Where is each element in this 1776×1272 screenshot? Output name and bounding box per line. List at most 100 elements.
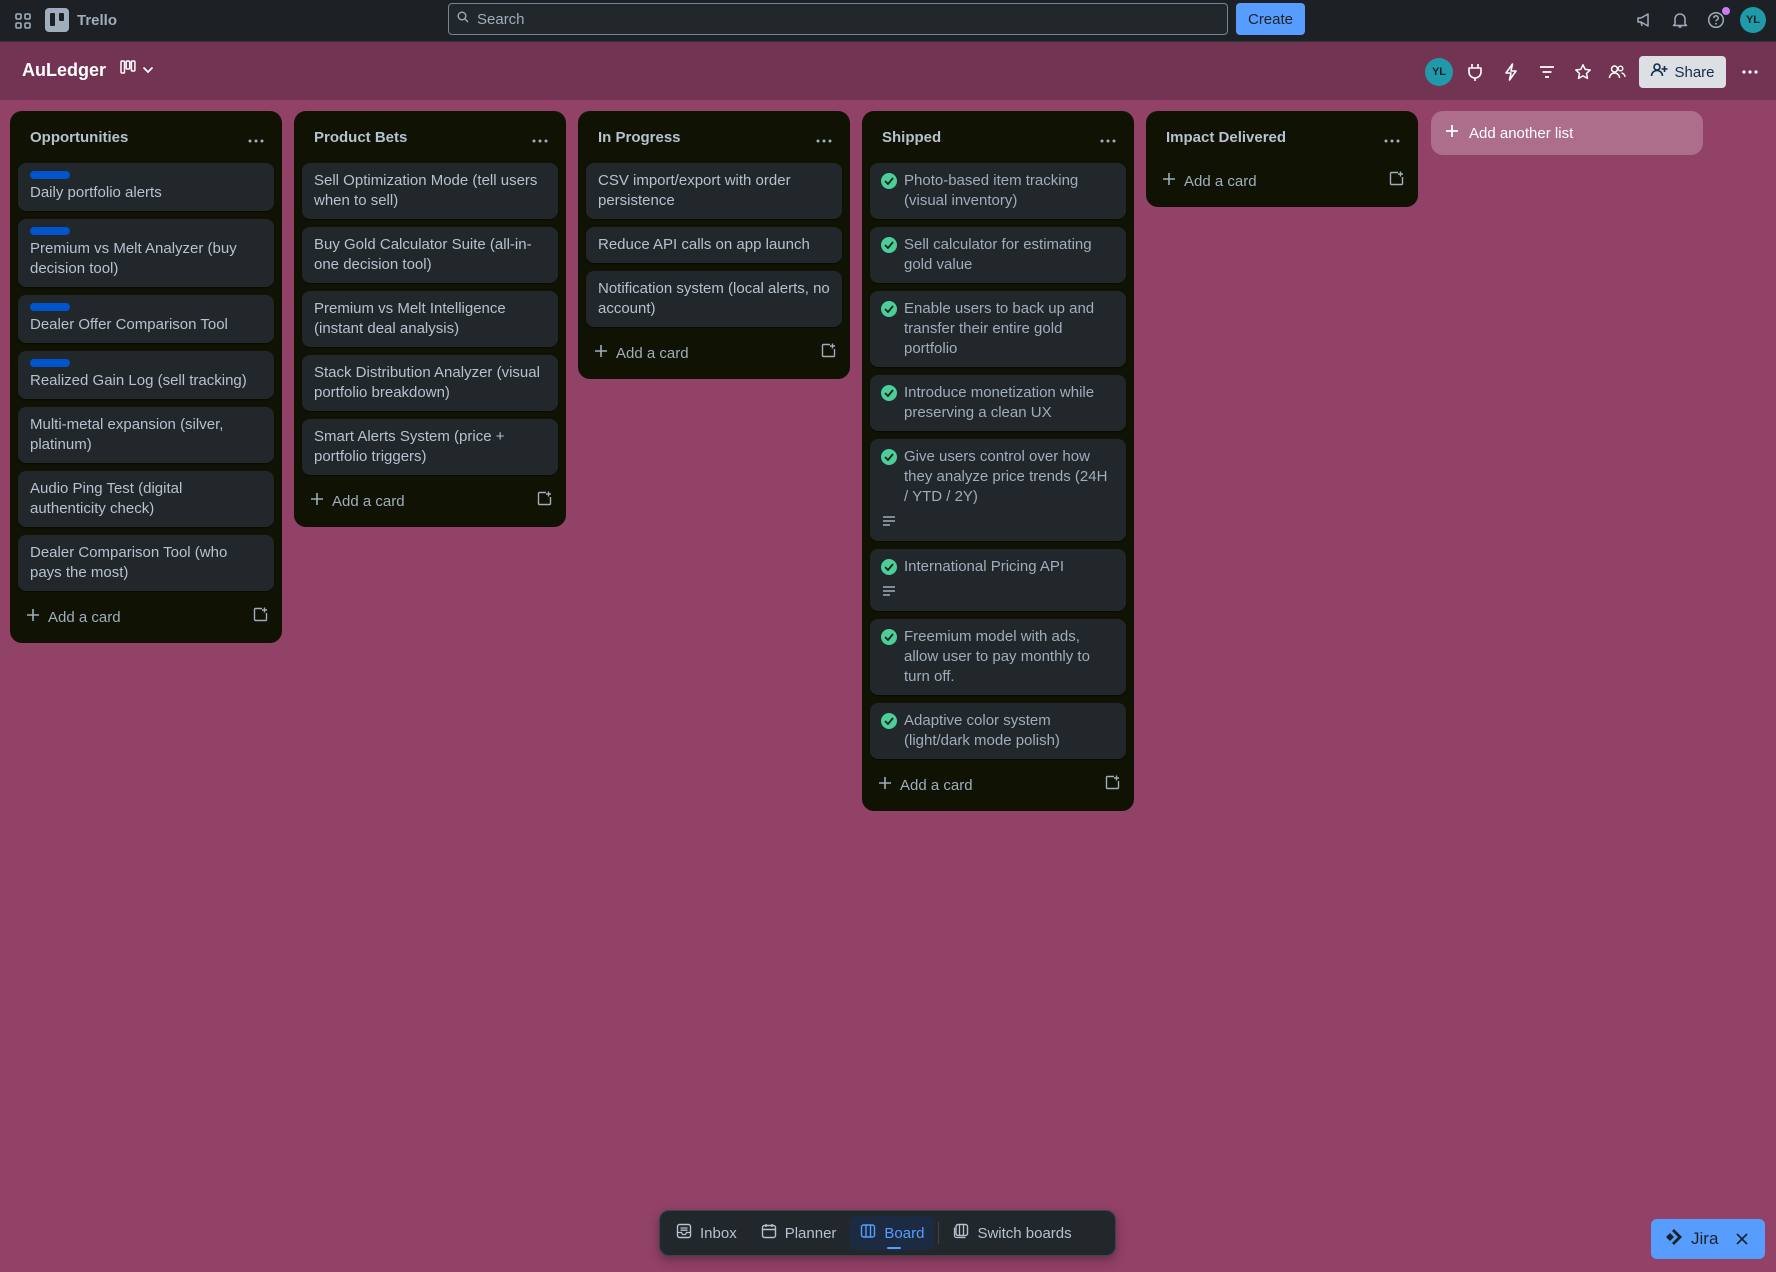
add-card-button[interactable]: Add a card [878,776,973,794]
check-circle-icon[interactable] [881,449,897,465]
card-label[interactable] [30,303,70,311]
plus-icon [1162,172,1176,190]
card[interactable]: Adaptive color system (light/dark mode p… [870,703,1126,759]
card[interactable]: Premium vs Melt Analyzer (buy decision t… [18,219,274,287]
nav-switch-boards[interactable]: Switch boards [943,1216,1081,1250]
list-title[interactable]: Product Bets [314,129,407,146]
card-label[interactable] [30,359,70,367]
list-title[interactable]: Opportunities [30,129,128,146]
card-title: International Pricing API [904,558,1065,575]
add-card-button[interactable]: Add a card [594,344,689,362]
check-circle-icon[interactable] [881,629,897,645]
list-menu-icon[interactable] [248,132,264,143]
card[interactable]: Reduce API calls on app launch [586,227,842,263]
card[interactable]: Audio Ping Test (digital authenticity ch… [18,471,274,527]
add-card-button[interactable]: Add a card [1162,172,1257,190]
trello-logo[interactable]: Trello [45,8,117,32]
card-label[interactable] [30,227,70,235]
list-header[interactable]: Opportunities [18,119,274,155]
card[interactable]: International Pricing API [870,549,1126,611]
chevron-down-icon [142,61,154,79]
add-card-row: Add a card [302,483,558,519]
bottom-nav: Inbox Planner Board Switch boards [659,1210,1116,1256]
card[interactable]: Photo-based item tracking (visual invent… [870,163,1126,219]
check-circle-icon[interactable] [881,237,897,253]
create-from-template-icon[interactable] [537,491,552,511]
card[interactable]: Multi-metal expansion (silver, platinum) [18,407,274,463]
nav-planner[interactable]: Planner [751,1216,847,1250]
list-menu-icon[interactable] [1384,132,1400,143]
card[interactable]: Realized Gain Log (sell tracking) [18,351,274,399]
board-title[interactable]: AuLedger [22,60,106,81]
create-from-template-icon[interactable] [821,343,836,363]
card[interactable]: Notification system (local alerts, no ac… [586,271,842,327]
power-ups-icon[interactable] [1463,60,1487,84]
create-from-template-icon[interactable] [1105,775,1120,795]
add-card-row: Add a card [1154,163,1410,199]
card[interactable]: Dealer Comparison Tool (who pays the mos… [18,535,274,591]
create-from-template-icon[interactable] [253,607,268,627]
check-circle-icon[interactable] [881,301,897,317]
list-title[interactable]: In Progress [598,129,681,146]
view-switcher[interactable] [120,60,154,79]
card[interactable]: Freemium model with ads, allow user to p… [870,619,1126,695]
plus-icon [1445,124,1459,142]
member-avatar[interactable]: YL [1425,58,1453,86]
description-icon [882,583,898,603]
list-title[interactable]: Shipped [882,129,941,146]
search-input[interactable] [477,10,1177,28]
check-circle-icon[interactable] [881,385,897,401]
card[interactable]: Sell calculator for estimating gold valu… [870,227,1126,283]
check-circle-icon[interactable] [881,713,897,729]
list-title[interactable]: Impact Delivered [1166,129,1286,146]
filter-icon[interactable] [1535,60,1559,84]
list-menu-icon[interactable] [532,132,548,143]
add-card-button[interactable]: Add a card [26,608,121,626]
card[interactable]: Enable users to back up and transfer the… [870,291,1126,367]
nav-inbox[interactable]: Inbox [666,1216,747,1250]
card[interactable]: Daily portfolio alerts [18,163,274,211]
search-box[interactable] [448,3,1228,35]
card-title: Adaptive color system (light/dark mode p… [904,712,1060,749]
list-header[interactable]: In Progress [586,119,842,155]
nav-inbox-label: Inbox [700,1224,737,1242]
card[interactable]: Introduce monetization while preserving … [870,375,1126,431]
card[interactable]: Sell Optimization Mode (tell users when … [302,163,558,219]
create-from-template-icon[interactable] [1389,171,1404,191]
list-header[interactable]: Impact Delivered [1154,119,1410,155]
megaphone-icon[interactable] [1632,8,1656,32]
add-card-button[interactable]: Add a card [310,492,405,510]
list-header[interactable]: Shipped [870,119,1126,155]
list-header[interactable]: Product Bets [302,119,558,155]
close-icon[interactable] [1736,1229,1748,1250]
grid-icon[interactable] [12,10,34,32]
add-list-button[interactable]: Add another list [1431,111,1703,155]
card-label[interactable] [30,171,70,179]
add-card-label: Add a card [332,492,405,510]
list-menu-icon[interactable] [816,132,832,143]
card[interactable]: Buy Gold Calculator Suite (all-in-one de… [302,227,558,283]
card[interactable]: Give users control over how they analyze… [870,439,1126,541]
description-icon [882,513,898,533]
card[interactable]: CSV import/export with order persistence [586,163,842,219]
members-icon[interactable] [1605,60,1629,84]
card[interactable]: Premium vs Melt Intelligence (instant de… [302,291,558,347]
check-circle-icon[interactable] [881,559,897,575]
card[interactable]: Dealer Offer Comparison Tool [18,295,274,343]
star-icon[interactable] [1571,60,1595,84]
share-button[interactable]: Share [1639,56,1726,88]
bell-icon[interactable] [1668,8,1692,32]
switch-boards-icon [953,1223,969,1243]
avatar[interactable]: YL [1740,7,1766,33]
list-menu-icon[interactable] [1100,132,1116,143]
add-card-label: Add a card [48,608,121,626]
automation-icon[interactable] [1499,60,1523,84]
check-circle-icon[interactable] [881,173,897,189]
nav-board[interactable]: Board [850,1216,935,1250]
card[interactable]: Stack Distribution Analyzer (visual port… [302,355,558,411]
more-icon[interactable] [1738,60,1762,84]
card[interactable]: Smart Alerts System (price + portfolio t… [302,419,558,475]
create-button[interactable]: Create [1236,3,1305,35]
jira-button[interactable]: Jira [1651,1219,1765,1259]
card-title: Premium vs Melt Analyzer (buy decision t… [30,240,237,277]
